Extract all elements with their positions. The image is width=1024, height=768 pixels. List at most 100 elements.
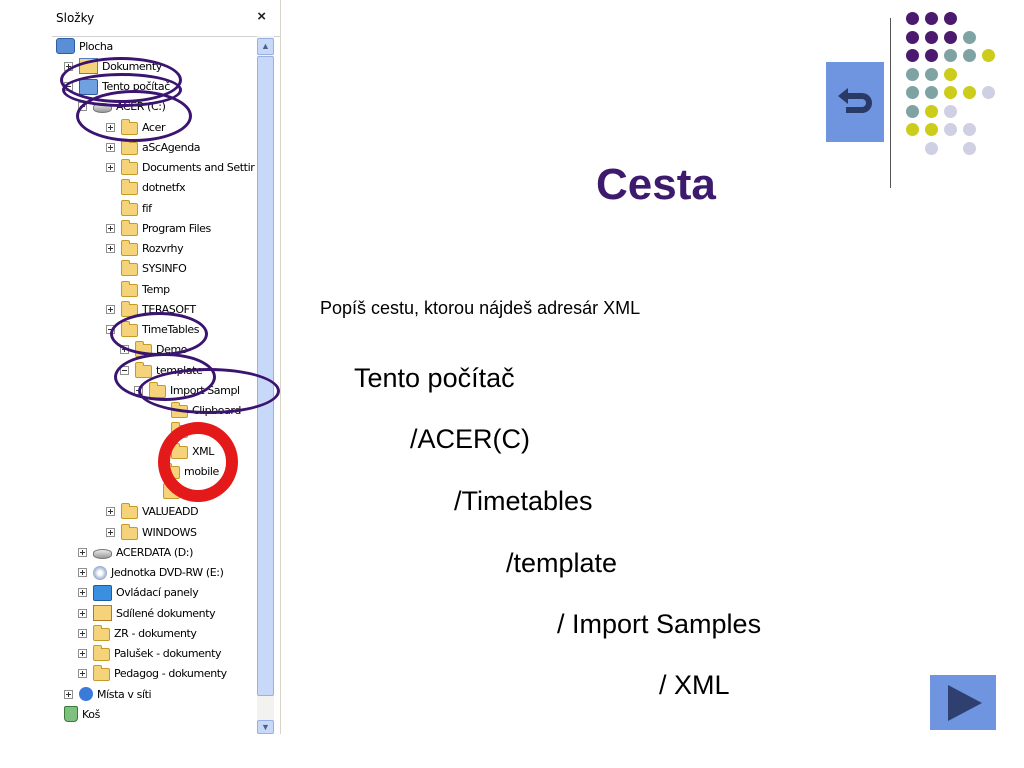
tree-node[interactable]: Palušek - dokumenty [78,644,222,664]
folder-icon [163,462,180,479]
decorative-dot [925,123,938,136]
decorative-dot [944,49,957,62]
tree-node[interactable]: mobile [148,461,219,481]
tree-node[interactable]: Plocha [56,36,113,56]
decorative-dot [944,12,957,25]
expand-icon[interactable] [78,608,87,618]
folder-icon [121,503,138,520]
tree-node[interactable]: Import Sampl [134,380,240,400]
collapse-icon[interactable] [78,102,87,112]
decorative-dot [925,30,938,44]
tree-node[interactable] [148,482,184,502]
next-button[interactable] [930,675,996,730]
folder-icon [121,240,138,256]
tree-node[interactable]: Tento počítač [64,77,170,97]
tree-node[interactable]: XML [156,441,214,461]
tree-node[interactable]: Koš [64,704,100,724]
folder-icon [121,118,138,135]
collapse-icon[interactable] [134,385,143,395]
close-icon[interactable]: × [257,8,266,25]
expand-icon[interactable] [106,122,115,132]
tree-node[interactable]: Exc [156,421,211,441]
tree-node[interactable]: Documents and Settir [106,158,255,178]
tree-node-label: fif [142,201,152,215]
tree-node[interactable]: Sdílené dokumenty [78,603,216,623]
vertical-scrollbar[interactable]: ▲ ▼ [257,36,274,734]
tree-node[interactable]: Pedagog - dokumenty [78,664,227,684]
expand-icon[interactable] [120,345,129,355]
tree-node[interactable]: VALUEADD [106,502,199,522]
control-panel-icon [93,584,112,601]
expand-icon[interactable] [78,669,87,679]
tree-node-label: Temp [142,282,170,296]
tree-node-label: Ovládací panely [116,586,199,600]
expand-icon[interactable] [64,61,73,71]
tree-node-label: Sdílené dokumenty [116,606,216,620]
tree-node[interactable]: Dokumenty [64,56,162,76]
folder-icon [93,645,110,661]
folder-icon [121,300,138,317]
tree-node[interactable]: ACER (C:) [78,97,166,117]
collapse-icon[interactable] [64,82,73,91]
tree-node[interactable]: fif [106,198,152,218]
expand-icon[interactable] [78,568,87,577]
tree-node[interactable]: Jednotka DVD-RW (E:) [78,563,224,583]
tree-node[interactable]: aScAgenda [106,137,201,157]
expand-icon[interactable] [106,527,115,537]
decorative-dot [944,86,957,99]
tree-node-label: SYSINFO [142,262,187,276]
expand-icon[interactable] [106,142,115,152]
decorative-dot [906,67,919,81]
drive-icon [93,548,112,559]
tree-node[interactable]: WINDOWS [106,522,197,542]
collapse-icon[interactable] [106,325,115,334]
tree-node[interactable]: Místa v síti [64,684,152,704]
collapse-icon[interactable] [120,365,129,375]
tree-node[interactable]: Program Files [106,218,211,238]
expand-icon[interactable] [78,547,87,557]
tree-node-label: mobile [184,464,219,478]
expand-icon[interactable] [106,163,115,172]
tree-node[interactable]: template [120,360,203,380]
tree-node[interactable]: ACERDATA (D:) [78,542,193,562]
documents-icon [79,58,98,75]
expand-icon[interactable] [78,628,87,638]
tree-node-label: Koš [82,707,100,721]
tree-node[interactable]: TERASOFT [106,299,196,319]
scroll-down-arrow-icon[interactable]: ▼ [257,720,274,734]
tree-node[interactable]: Temp [106,279,170,299]
tree-node[interactable]: TimeTables [106,320,200,340]
tree-node-label: Jednotka DVD-RW (E:) [111,566,224,579]
scroll-thumb[interactable] [257,56,274,696]
tree-node[interactable]: ZR - dokumenty [78,623,197,643]
expand-icon[interactable] [106,507,115,517]
tree-node[interactable]: Clipboard [156,401,241,421]
expand-icon[interactable] [106,244,115,253]
expand-icon[interactable] [64,689,73,699]
scroll-up-arrow-icon[interactable]: ▲ [257,38,274,55]
tree-node[interactable]: dotnetfx [106,178,186,198]
expand-icon[interactable] [78,649,87,658]
tree-node[interactable]: Rozvrhy [106,239,184,259]
tree-node[interactable]: Ovládací panely [78,583,199,603]
tree-node-label: Plocha [79,39,113,53]
tree-node-label: TERASOFT [142,302,196,316]
decorative-dot [925,12,938,25]
expand-icon[interactable] [78,588,87,598]
tree-node-label: Rozvrhy [142,242,184,255]
folder-icon [171,422,188,439]
expand-icon[interactable] [106,223,115,233]
path-step-6: / XML [659,670,730,700]
tree-node[interactable]: SYSINFO [106,259,187,279]
tree-node[interactable]: Demo [120,340,187,360]
tree-node[interactable]: Acer [106,117,165,137]
decorative-dot [925,49,938,62]
folder-icon [121,138,138,155]
tree-node-label: XML [192,444,214,458]
decorative-dot [925,67,938,81]
computer-icon [79,78,98,95]
folders-pane: Složky × Plocha Dokumenty Tento počítač ACE… [52,0,281,734]
return-button[interactable] [826,62,884,142]
folder-icon [121,260,138,277]
expand-icon[interactable] [106,304,115,314]
